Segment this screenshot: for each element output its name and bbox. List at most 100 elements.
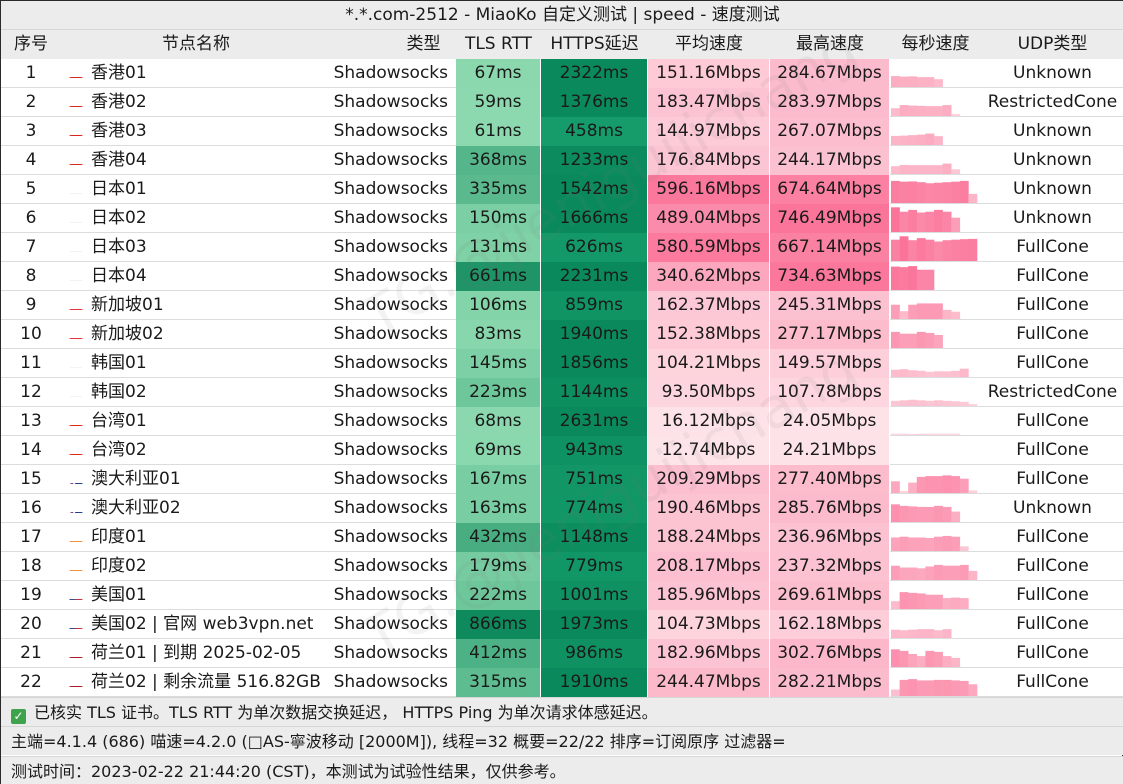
sparkline-bar — [908, 240, 918, 261]
row-name: 香港04 — [61, 146, 331, 175]
flag-hk-icon — [69, 126, 83, 136]
speed-sparkline — [891, 649, 961, 667]
row-avg-speed: 580.59Mbps — [648, 233, 770, 262]
row-udp-type: FullCone — [1016, 295, 1089, 315]
row-index: 18 — [20, 556, 42, 576]
row-per-second-speed — [890, 88, 981, 117]
speed-sparkline — [890, 436, 981, 465]
sparkline-bar — [891, 207, 900, 232]
row-avg-speed: 151.16Mbps — [648, 59, 770, 88]
node-name: 香港02 — [91, 92, 147, 112]
table-row: 4 香港04 Shadowsocks 368ms 1233ms 176.84Mbps 244… — [1, 146, 1123, 175]
row-type: Shadowsocks — [333, 527, 448, 547]
row-index: 7 — [25, 237, 37, 257]
sparkline-bar — [934, 106, 943, 116]
row-https-latency: 1973ms — [541, 610, 648, 639]
sparkline-bar — [908, 370, 918, 377]
row-type: Shadowsocks — [333, 121, 448, 141]
sparkline-bar — [968, 403, 978, 406]
sparkline-bar — [908, 567, 918, 580]
sparkline-bar — [891, 108, 900, 116]
row-type: Shadowsocks — [333, 63, 448, 83]
row-avg-speed: 190.46Mbps — [648, 494, 770, 523]
row-per-second-speed — [890, 378, 981, 407]
row-avg-speed: 185.96Mbps — [648, 581, 770, 610]
node-name: 台湾02 — [91, 440, 147, 460]
sparkline-bar — [908, 135, 918, 145]
row-name: 美国02 | 官网 web3vpn.net — [61, 610, 331, 639]
sparkline-bar — [899, 311, 909, 319]
row-max-speed: 746.49Mbps — [770, 204, 890, 233]
row-tls-rtt: 59ms — [456, 88, 541, 117]
row-name: 新加坡02 — [61, 320, 331, 349]
row-avg-speed: 162.37Mbps — [648, 291, 770, 320]
speed-sparkline — [891, 629, 952, 638]
sparkline-bar — [891, 166, 900, 174]
sparkline-bar — [934, 505, 943, 522]
sparkline-bar — [891, 135, 900, 145]
sparkline-bar — [934, 433, 943, 435]
row-index: 10 — [20, 324, 42, 344]
row-per-second-speed — [890, 262, 981, 291]
row-https-latency: 626ms — [541, 233, 648, 262]
flag-au-icon — [69, 503, 83, 513]
row-type: Shadowsocks — [333, 556, 448, 576]
sparkline-bar — [899, 679, 909, 696]
table-row: 14 台湾02 Shadowsocks 69ms 943ms 12.74Mbps 24.21… — [1, 436, 1123, 465]
node-name: 印度01 — [91, 527, 147, 547]
row-max-speed: 244.17Mbps — [770, 146, 890, 175]
row-index: 1 — [25, 63, 37, 83]
row-max-speed: 269.61Mbps — [770, 581, 890, 610]
node-name: 日本01 — [91, 179, 147, 199]
row-max-speed: 162.18Mbps — [770, 610, 890, 639]
sparkline-bar — [925, 594, 935, 609]
row-https-latency: 1940ms — [541, 320, 648, 349]
row-name: 印度02 — [61, 552, 331, 581]
row-udp-type: Unknown — [1013, 208, 1092, 228]
row-https-latency: 986ms — [541, 639, 648, 668]
row-avg-speed: 340.62Mbps — [648, 262, 770, 291]
node-name: 新加坡02 — [91, 324, 164, 344]
flag-jp-icon — [69, 242, 83, 252]
row-tls-rtt: 67ms — [456, 59, 541, 88]
flag-nl-icon — [69, 648, 83, 658]
sparkline-bar — [891, 629, 900, 638]
sparkline-bar — [925, 183, 935, 203]
sparkline-bar — [891, 304, 900, 319]
row-index: 19 — [20, 585, 42, 605]
speed-sparkline — [891, 266, 935, 290]
row-name: 日本03 — [61, 233, 331, 262]
sparkline-bar — [951, 311, 961, 319]
checkbox-checked-icon: ✓ — [11, 709, 26, 724]
footer-tls-note: ✓ 已核实 TLS 证书。TLS RTT 为单次数据交换延迟， HTTPS Pin… — [1, 697, 1123, 726]
row-per-second-speed — [890, 494, 981, 523]
row-name: 香港03 — [61, 117, 331, 146]
sparkline-bar — [916, 238, 926, 261]
row-udp-type: Unknown — [1013, 150, 1092, 170]
sparkline-bar — [968, 490, 978, 493]
row-max-speed: 24.05Mbps — [770, 407, 890, 436]
row-type: Shadowsocks — [333, 585, 448, 605]
sparkline-bar — [968, 238, 978, 261]
node-name: 日本02 — [91, 208, 147, 228]
sparkline-bar — [934, 400, 943, 406]
table-header: 序号 节点名称 类型 TLS RTT HTTPS延迟 平均速度 最高速度 每秒速… — [1, 30, 1123, 59]
row-tls-rtt: 69ms — [456, 436, 541, 465]
sparkline-bar — [899, 505, 909, 522]
sparkline-bar — [959, 598, 969, 609]
sparkline-bar — [925, 332, 935, 348]
row-max-speed: 282.21Mbps — [770, 668, 890, 697]
row-avg-speed: 244.47Mbps — [648, 668, 770, 697]
row-index: 8 — [25, 266, 37, 286]
sparkline-bar — [891, 481, 900, 493]
row-index: 6 — [25, 208, 37, 228]
row-type: Shadowsocks — [333, 643, 448, 663]
flag-in-icon — [69, 532, 83, 542]
row-udp-type: FullCone — [1016, 469, 1089, 489]
row-tls-rtt: 106ms — [456, 291, 541, 320]
sparkline-bar — [925, 269, 935, 290]
row-tls-rtt: 412ms — [456, 639, 541, 668]
sparkline-bar — [942, 163, 952, 174]
row-avg-speed: 209.29Mbps — [648, 465, 770, 494]
footer-test-time: 测试时间：2023-02-22 21:44:20 (CST)，本测试为试验性结果… — [1, 756, 1123, 784]
